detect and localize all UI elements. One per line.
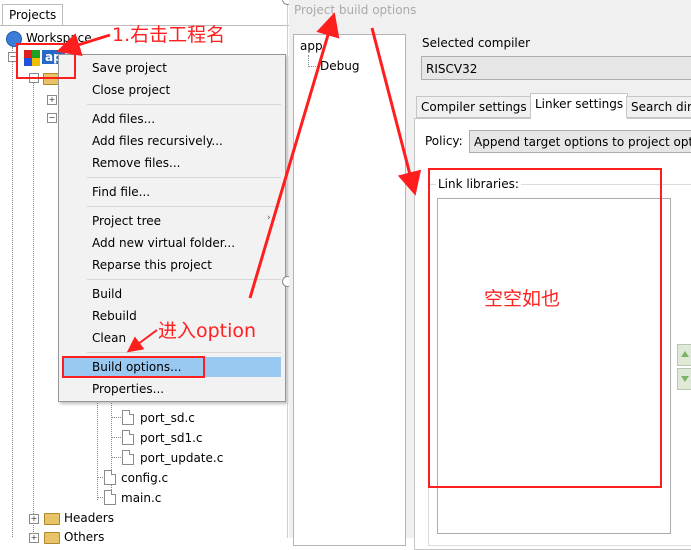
annotation-arrows xyxy=(56,12,422,353)
arrow-to-project xyxy=(56,33,111,57)
arrow-to-dialog-title xyxy=(248,12,340,299)
arrow-to-build-options xyxy=(126,329,158,353)
arrow-to-link-libraries xyxy=(370,27,422,196)
